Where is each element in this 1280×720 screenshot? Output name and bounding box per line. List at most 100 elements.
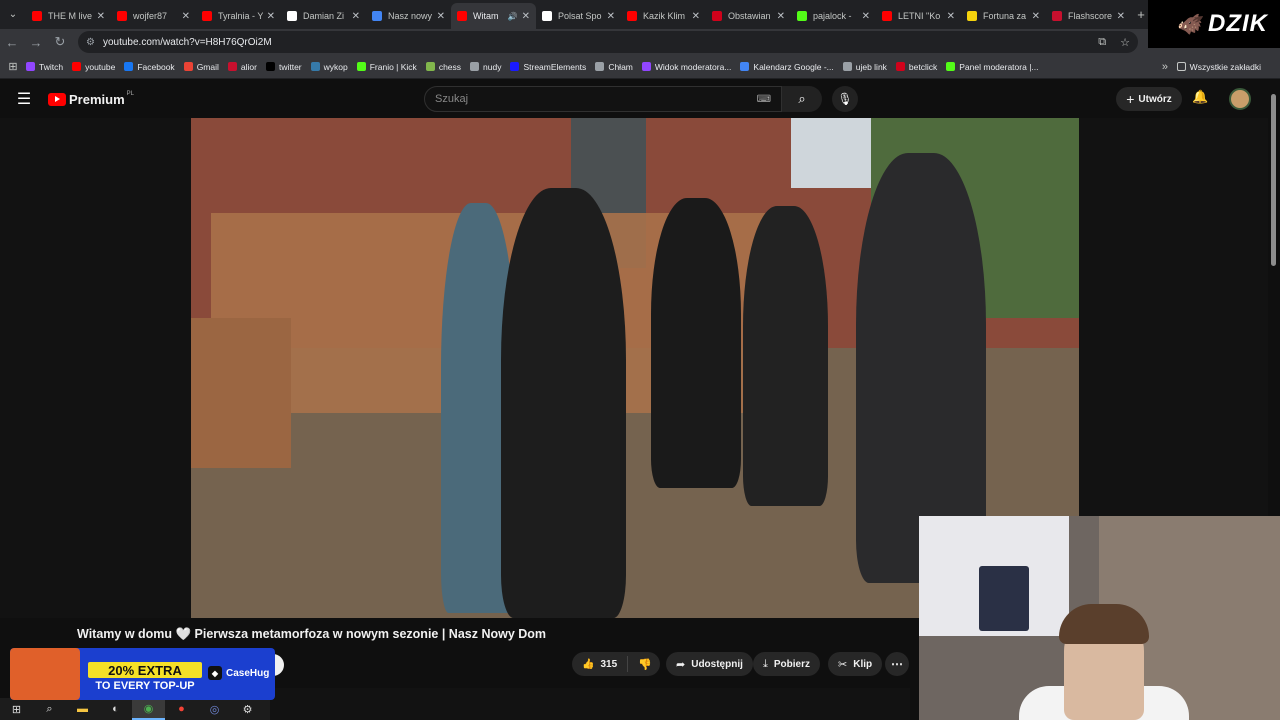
browser-tab[interactable]: THE M live ✕	[26, 3, 111, 29]
bookmark-item[interactable]: chess	[425, 62, 461, 72]
site-info-icon[interactable]: ⚙	[86, 37, 95, 48]
youtube-premium-logo[interactable]: Premium PL	[48, 91, 134, 107]
forward-icon[interactable]: →	[24, 35, 48, 50]
more-actions-icon[interactable]: ⋯	[885, 652, 909, 676]
browser-tab[interactable]: Polsat Spo ✕	[536, 3, 621, 29]
page-scrollbar[interactable]	[1271, 94, 1276, 266]
browser-tab[interactable]: Obstawian ✕	[706, 3, 791, 29]
bookmark-item[interactable]: betclick	[895, 62, 937, 72]
browser-tab[interactable]: wojfer87 ✕	[111, 3, 196, 29]
bookmark-label: Franio | Kick	[369, 61, 417, 72]
bookmark-item[interactable]: ujeb link	[842, 61, 887, 72]
globe-icon	[595, 62, 605, 71]
bookmark-label: ujeb link	[855, 61, 887, 72]
betclick-icon	[895, 62, 905, 71]
bookmark-item[interactable]: twitter	[265, 62, 302, 72]
youtube-icon	[457, 11, 467, 21]
search-icon[interactable]: ⌕	[33, 698, 66, 720]
close-tab-icon[interactable]: ✕	[352, 11, 360, 22]
x-icon	[542, 11, 552, 21]
search-input[interactable]: Szukaj ⌨	[424, 86, 782, 112]
share-icon: ➦	[676, 658, 686, 671]
chrome-icon[interactable]: ◉	[132, 698, 165, 720]
close-tab-icon[interactable]: ✕	[947, 11, 955, 22]
discord-icon[interactable]: ◎	[198, 698, 231, 720]
share-label: Udostępnij	[691, 658, 743, 670]
browser-tab[interactable]: Kazik Klim ✕	[621, 3, 706, 29]
install-app-icon[interactable]: ⧉	[1098, 36, 1106, 49]
dislike-button[interactable]: 👎	[628, 658, 662, 671]
browser-tab[interactable]: Witam 🔊 ✕	[451, 3, 536, 29]
browser-tab[interactable]: LETNI "Ko ✕	[876, 3, 961, 29]
bookmark-item[interactable]: alior	[227, 61, 257, 72]
bookmark-item[interactable]: Panel moderatora |...	[946, 62, 1039, 72]
browser-tab[interactable]: Damian Zi ✕	[281, 3, 366, 29]
apps-grid-icon[interactable]: ⊞	[0, 60, 26, 73]
bookmark-item[interactable]: nudy	[470, 62, 501, 72]
browser-tab[interactable]: pajalock - ✕	[791, 3, 876, 29]
bookmark-item[interactable]: Franio | Kick	[356, 61, 417, 72]
close-tab-icon[interactable]: ✕	[97, 11, 105, 22]
betclick-icon	[712, 11, 722, 21]
tab-title: pajalock -	[813, 11, 852, 21]
browser-tab[interactable]: Fortuna za ✕	[961, 3, 1046, 29]
youtube-icon	[32, 11, 42, 21]
file-explorer-icon[interactable]: ▬	[66, 698, 99, 720]
obs-icon[interactable]: ●	[165, 698, 198, 720]
bookmark-item[interactable]: Twitch	[26, 62, 63, 72]
keyboard-icon[interactable]: ⌨	[757, 94, 771, 105]
close-tab-icon[interactable]: ✕	[522, 11, 530, 22]
windows-start-icon[interactable]: ⊞	[0, 698, 33, 720]
notifications-bell-icon[interactable]: 🔔	[1192, 89, 1208, 105]
bookmark-label: alior	[240, 61, 257, 72]
close-tab-icon[interactable]: ✕	[267, 11, 275, 22]
like-button[interactable]: 👍 315	[572, 656, 629, 672]
bookmark-label: wykop	[323, 61, 348, 72]
address-bar[interactable]: ⚙ youtube.com/watch?v=H8H76QrOi2M ⧉ ☆	[78, 31, 1138, 53]
browser-tab[interactable]: Flashscore ✕	[1046, 3, 1131, 29]
bookmark-item[interactable]: wykop	[310, 61, 348, 72]
settings-gear-icon[interactable]: ⚙	[231, 698, 264, 720]
reload-icon[interactable]: ↻	[48, 34, 72, 50]
create-button[interactable]: + Utwórz	[1116, 87, 1182, 111]
browser-tab[interactable]: Nasz nowy ✕	[366, 3, 451, 29]
bookmark-item[interactable]: Facebook	[124, 62, 175, 72]
clip-button[interactable]: ✂ Klip	[828, 652, 883, 676]
browser-tab-bar: ⌄ THE M live ✕ wojfer87 ✕ Tyralnia - Y ✕ Damia…	[0, 0, 1280, 29]
streamer-webcam-overlay	[919, 516, 1280, 720]
video-person-4	[743, 206, 828, 506]
tab-search-icon[interactable]: ⌄	[0, 0, 26, 29]
browser-tab[interactable]: Tyralnia - Y ✕	[196, 3, 281, 29]
bookmark-item[interactable]: Widok moderatora...	[641, 62, 731, 72]
close-tab-icon[interactable]: ✕	[437, 11, 445, 22]
bookmark-item[interactable]: Chłam	[595, 62, 633, 72]
bookmark-item[interactable]: StreamElements	[510, 62, 586, 72]
app-icon[interactable]: ◐	[99, 698, 132, 720]
bookmark-item[interactable]: Kalendarz Google -...	[740, 62, 834, 72]
download-button[interactable]: ⤓ Pobierz	[753, 652, 820, 676]
twitch-icon	[641, 62, 651, 71]
close-tab-icon[interactable]: ✕	[607, 11, 615, 22]
share-button[interactable]: ➦ Udostępnij	[666, 652, 753, 676]
voice-search-button[interactable]: 🎙	[832, 86, 858, 112]
bookmarks-overflow-icon[interactable]: »	[1162, 61, 1168, 73]
url-text[interactable]: youtube.com/watch?v=H8H76QrOi2M	[103, 37, 272, 48]
close-tab-icon[interactable]: ✕	[1032, 11, 1040, 22]
treasure-chest-icon	[10, 648, 80, 700]
bookmark-item[interactable]: Gmail	[183, 62, 219, 72]
back-icon[interactable]: ←	[0, 35, 24, 50]
search-button[interactable]: ⌕	[782, 86, 822, 112]
guide-menu-icon[interactable]: ☰	[0, 89, 48, 109]
all-bookmarks-folder[interactable]: Wszystkie zakładki	[1176, 62, 1261, 72]
youtube-icon	[117, 11, 127, 21]
close-tab-icon[interactable]: ✕	[182, 11, 190, 22]
audio-playing-icon[interactable]: 🔊	[508, 12, 518, 21]
avatar[interactable]	[1229, 88, 1251, 110]
casehug-ad-banner[interactable]: 20% EXTRA TO EVERY TOP-UP ◆ CaseHug	[10, 648, 275, 700]
close-tab-icon[interactable]: ✕	[692, 11, 700, 22]
close-tab-icon[interactable]: ✕	[862, 11, 870, 22]
bookmark-item[interactable]: youtube	[72, 62, 115, 72]
close-tab-icon[interactable]: ✕	[777, 11, 785, 22]
close-tab-icon[interactable]: ✕	[1117, 11, 1125, 22]
bookmark-star-icon[interactable]: ☆	[1120, 36, 1130, 49]
